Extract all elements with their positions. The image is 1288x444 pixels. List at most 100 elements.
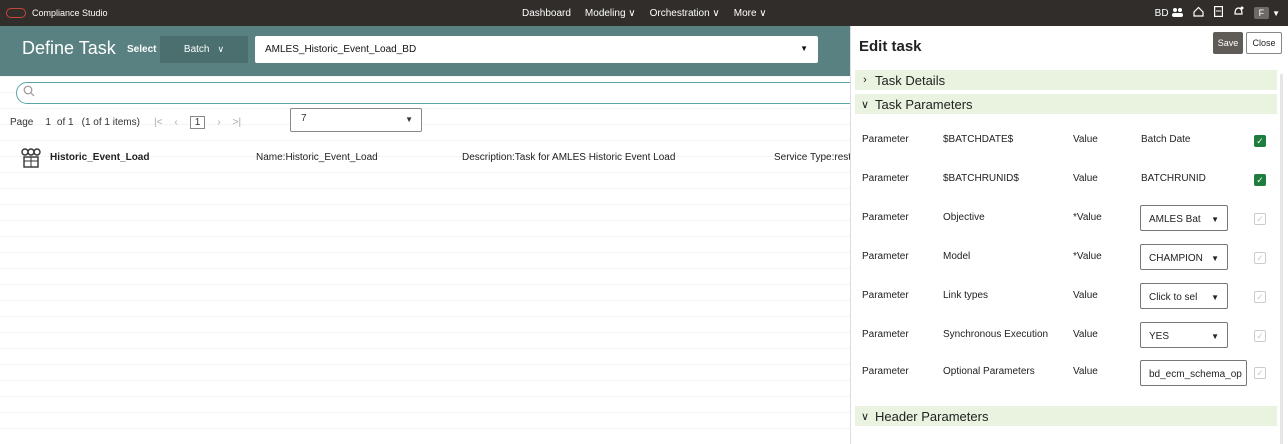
batch-button-label: Batch — [183, 44, 210, 55]
chevron-down-icon: ∨ — [217, 44, 225, 54]
define-task-pane: Define Task Select Batch ∨ AMLES_Histori… — [0, 26, 850, 444]
param-label: Parameter — [862, 173, 909, 184]
param-row: Parameter Model *Value CHAMPION ▼ ✓ — [851, 241, 1281, 277]
nav-orchestration[interactable]: Orchestration ∨ — [650, 8, 720, 19]
param-row: Parameter Synchronous Execution Value YE… — [851, 319, 1281, 355]
select-value: Click to sel — [1149, 292, 1198, 303]
caret-down-icon: ▼ — [800, 44, 808, 53]
param-checkbox[interactable]: ✓ — [1254, 135, 1266, 147]
select-value: AMLES Bat — [1149, 214, 1201, 225]
page-title: Define Task — [22, 38, 116, 58]
oracle-logo-icon — [6, 8, 26, 18]
page-of: of 1 — [56, 117, 74, 128]
link-types-select[interactable]: Click to sel ▼ — [1140, 283, 1228, 309]
param-name: Objective — [943, 212, 985, 223]
param-label: Parameter — [862, 290, 909, 301]
chevron-down-icon: ∨ — [860, 98, 870, 111]
section-label: Header Parameters — [875, 408, 989, 424]
brand[interactable]: Compliance Studio — [0, 8, 520, 18]
user-chip-label: F — [1258, 8, 1265, 18]
user-initials[interactable]: BD — [1155, 8, 1169, 19]
param-label: Parameter — [862, 134, 909, 145]
model-select[interactable]: CHAMPION ▼ — [1140, 244, 1228, 270]
task-row[interactable]: Historic_Event_Load Name:Historic_Event_… — [20, 146, 850, 170]
brand-name: Compliance Studio — [32, 8, 108, 18]
task-name-field: Name:Historic_Event_Load — [256, 152, 378, 163]
page-size-select[interactable]: 7 ▼ — [290, 108, 422, 132]
close-button[interactable]: Close — [1246, 32, 1282, 54]
search-icon — [23, 85, 35, 100]
param-checkbox[interactable]: ✓ — [1254, 174, 1266, 186]
search-input[interactable] — [16, 82, 850, 104]
batch-select-value: AMLES_Historic_Event_Load_BD — [265, 44, 417, 55]
param-checkbox[interactable]: ✓ — [1254, 291, 1266, 303]
param-row: Parameter $BATCHDATE$ Value Batch Date ✓ — [851, 124, 1281, 160]
task-name[interactable]: Historic_Event_Load — [50, 152, 149, 163]
param-label: Parameter — [862, 329, 909, 340]
caret-down-icon: ▼ — [1209, 332, 1219, 341]
task-service-type: Service Type:rest — [774, 152, 850, 163]
param-label: Parameter — [862, 212, 909, 223]
batch-type-dropdown[interactable]: Batch ∨ — [160, 36, 248, 63]
param-value: BATCHRUNID — [1141, 173, 1206, 184]
page-size-value: 7 — [301, 113, 307, 124]
param-checkbox[interactable]: ✓ — [1254, 367, 1266, 379]
caret-down-icon: ▼ — [1209, 215, 1219, 224]
section-label: Task Parameters — [875, 96, 973, 112]
section-header-parameters[interactable]: ∨ Header Parameters — [855, 406, 1277, 426]
top-bar: Compliance Studio Dashboard Modeling ∨ O… — [0, 0, 1288, 26]
header-tools: BD F ▼ — [1145, 0, 1280, 26]
param-name: $BATCHDATE$ — [943, 134, 1014, 145]
param-name: Model — [943, 251, 971, 262]
section-task-parameters[interactable]: ∨ Task Parameters — [855, 94, 1277, 114]
nav-dashboard[interactable]: Dashboard — [522, 8, 571, 19]
value-label: *Value — [1073, 251, 1102, 262]
page-number: 1 — [45, 117, 51, 128]
current-page-input[interactable]: 1 — [189, 116, 206, 129]
save-button[interactable]: Save — [1213, 32, 1243, 54]
caret-down-icon: ▼ — [1209, 254, 1219, 263]
first-page-icon[interactable]: |< — [154, 117, 162, 128]
input-value: bd_ecm_schema_op — [1149, 369, 1242, 380]
chevron-down-icon[interactable]: ▼ — [1272, 9, 1280, 18]
param-name: $BATCHRUNID$ — [943, 173, 1019, 184]
notification-bell-icon[interactable] — [1233, 6, 1244, 20]
task-description: Description:Task for AMLES Historic Even… — [462, 152, 676, 163]
objective-select[interactable]: AMLES Bat ▼ — [1140, 205, 1228, 231]
user-menu[interactable]: F — [1253, 7, 1270, 19]
section-task-details[interactable]: › Task Details — [855, 70, 1277, 90]
task-icon — [20, 148, 42, 168]
prev-page-icon[interactable]: ‹ — [174, 117, 177, 128]
synchronous-execution-select[interactable]: YES ▼ — [1140, 322, 1228, 348]
value-label: *Value — [1073, 212, 1102, 223]
document-icon[interactable] — [1213, 6, 1223, 20]
nav-modeling[interactable]: Modeling ∨ — [585, 8, 636, 19]
main-nav: Dashboard Modeling ∨ Orchestration ∨ Mor… — [522, 0, 781, 26]
page-header: Define Task Select Batch ∨ AMLES_Histori… — [0, 26, 850, 76]
optional-parameters-input[interactable]: bd_ecm_schema_op — [1140, 360, 1247, 386]
last-page-icon[interactable]: >| — [233, 117, 241, 128]
value-label: Value — [1073, 290, 1098, 301]
panel-title: Edit task — [859, 38, 922, 55]
batch-select[interactable]: AMLES_Historic_Event_Load_BD ▼ — [255, 36, 818, 63]
nav-more[interactable]: More ∨ — [734, 8, 767, 19]
next-page-icon[interactable]: › — [217, 117, 220, 128]
param-checkbox[interactable]: ✓ — [1254, 213, 1266, 225]
param-checkbox[interactable]: ✓ — [1254, 330, 1266, 342]
param-row: Parameter $BATCHRUNID$ Value BATCHRUNID … — [851, 163, 1281, 199]
user-group-icon[interactable] — [1171, 7, 1183, 20]
param-label: Parameter — [862, 251, 909, 262]
param-row: Parameter Objective *Value AMLES Bat ▼ ✓ — [851, 202, 1281, 238]
param-value: Batch Date — [1141, 134, 1191, 145]
value-label: Value — [1073, 134, 1098, 145]
home-icon[interactable] — [1192, 6, 1204, 20]
caret-down-icon: ▼ — [1209, 293, 1219, 302]
items-count: (1 of 1 items) — [81, 117, 140, 128]
param-row: Parameter Link types Value Click to sel … — [851, 280, 1281, 316]
param-name: Link types — [943, 290, 989, 301]
param-checkbox[interactable]: ✓ — [1254, 252, 1266, 264]
edit-task-panel: Edit task Save Close › Task Details ∨ Ta… — [850, 26, 1288, 444]
select-value: YES — [1149, 331, 1170, 342]
value-label: Value — [1073, 366, 1098, 377]
chevron-down-icon: ∨ — [860, 410, 870, 423]
